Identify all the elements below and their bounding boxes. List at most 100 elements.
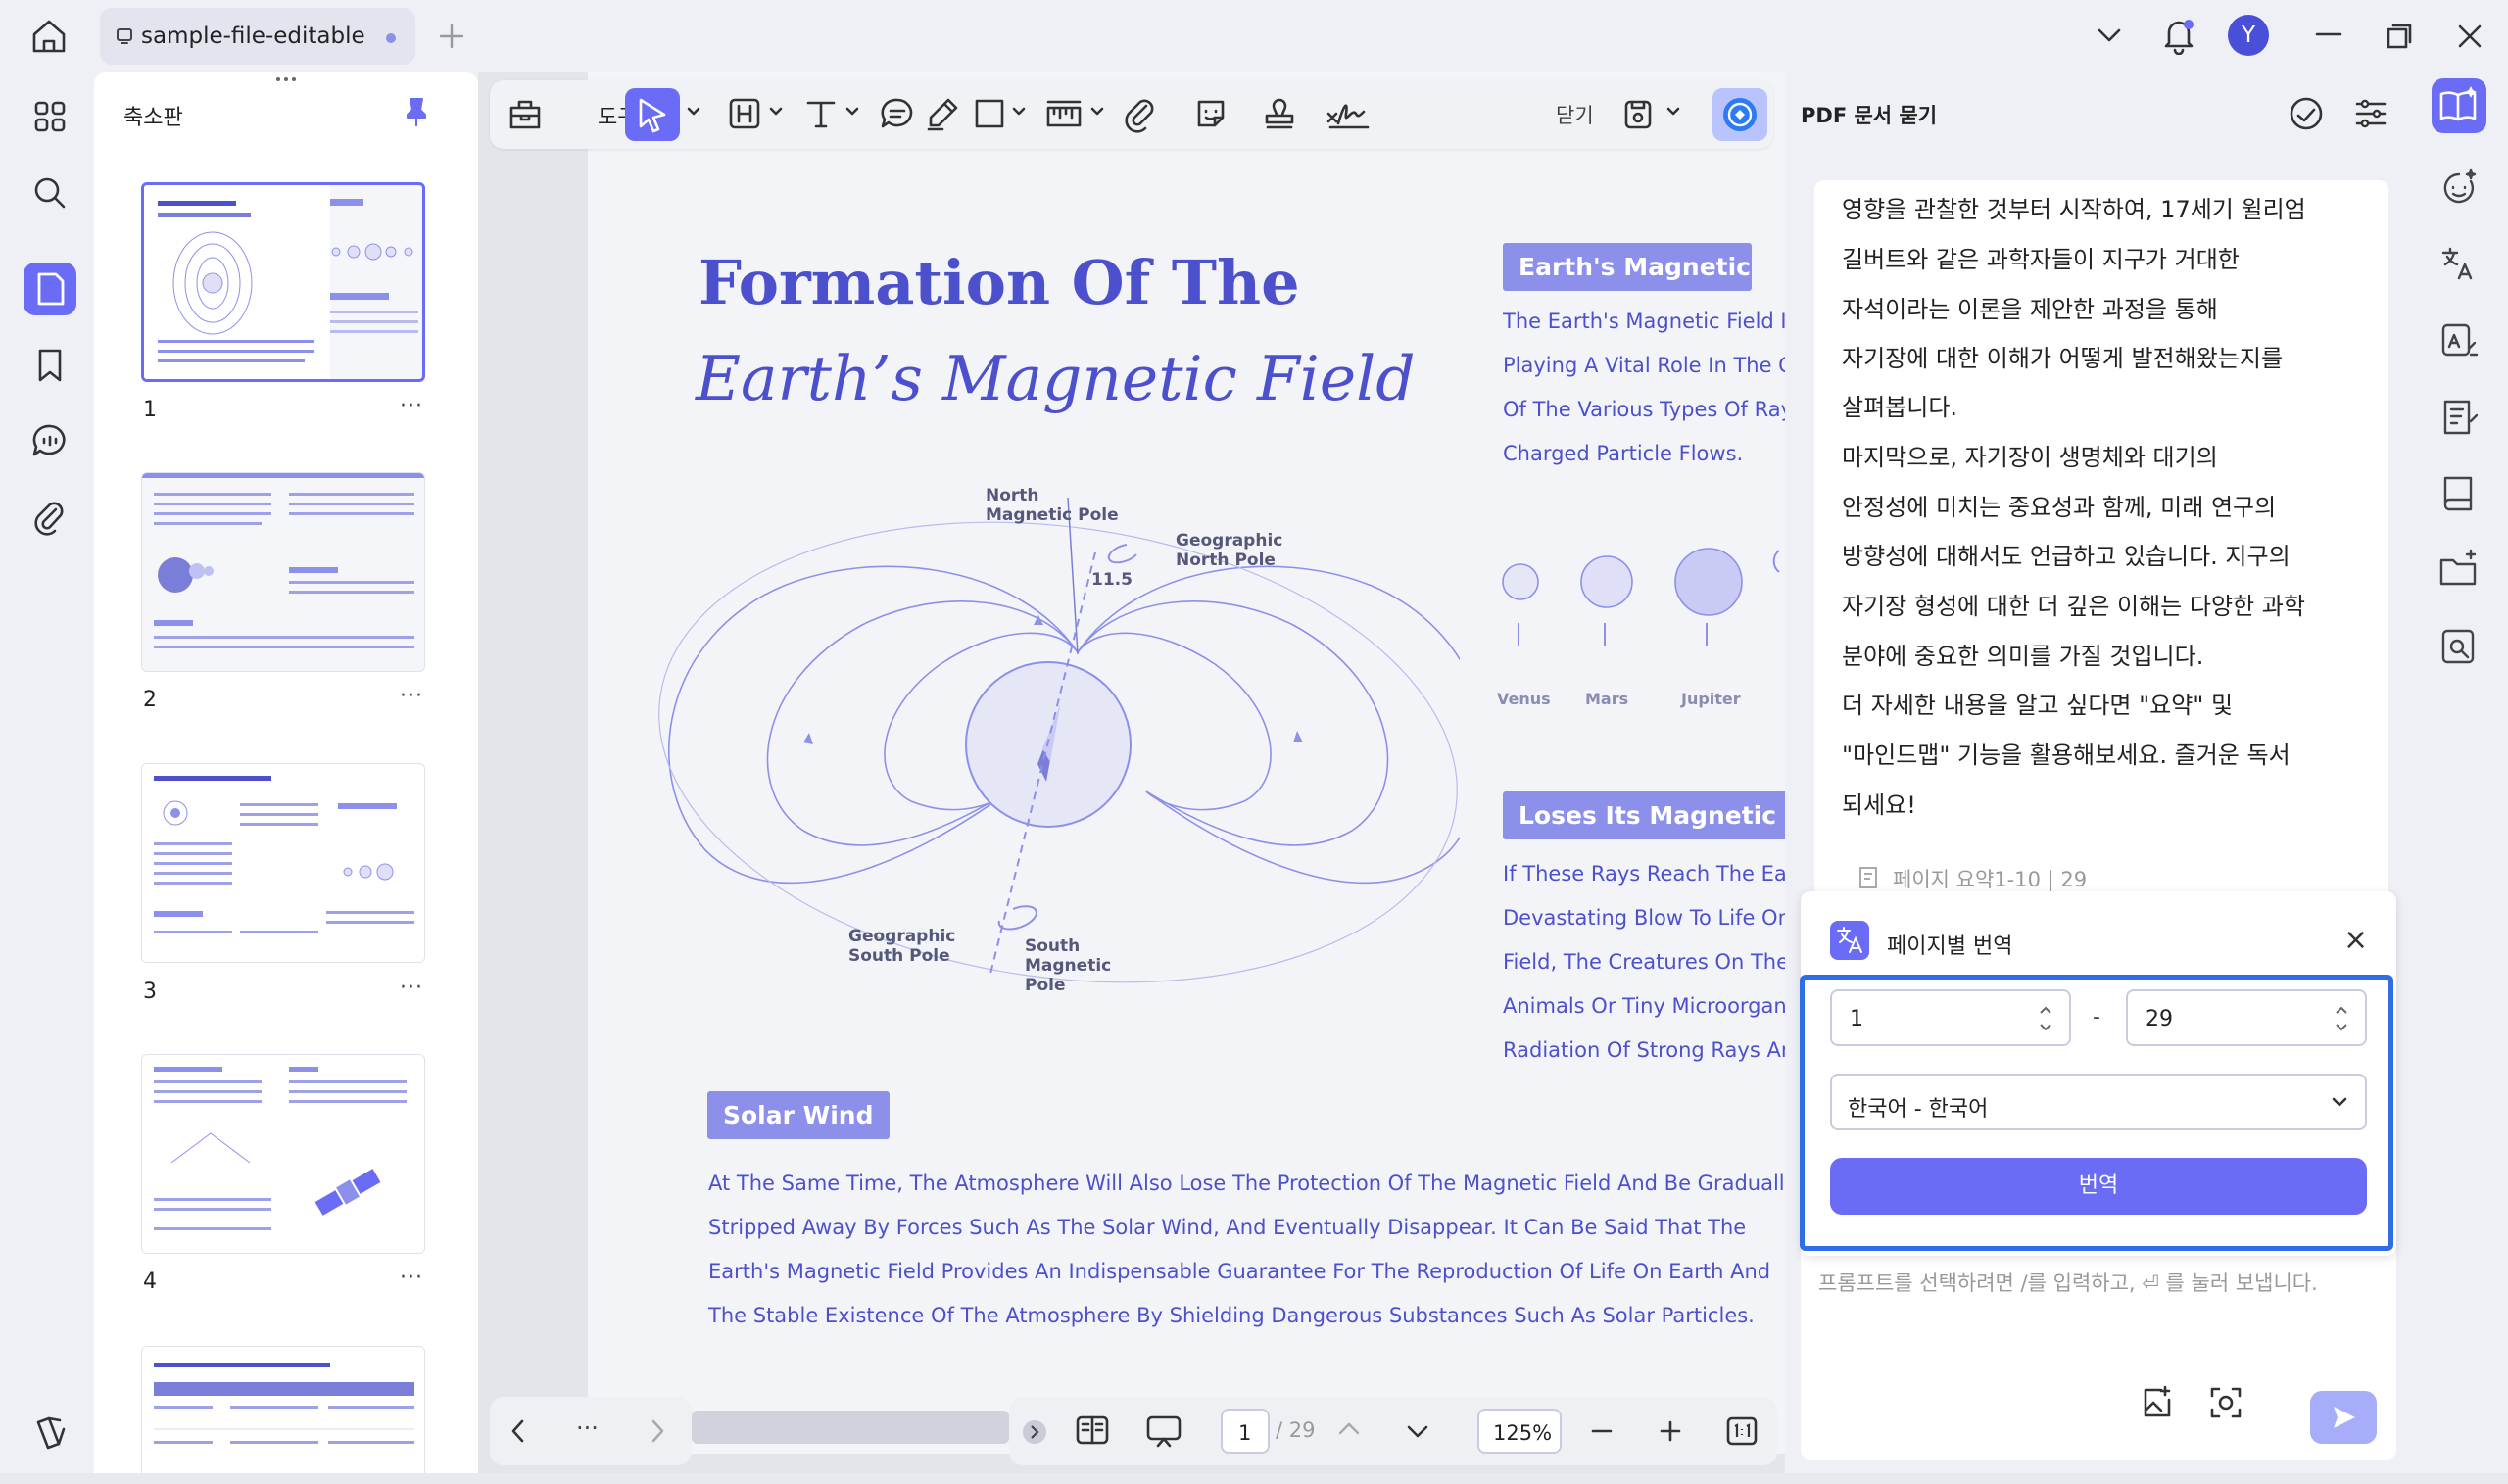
close-icon[interactable] <box>2455 22 2484 51</box>
current-page-input[interactable]: 1 <box>1221 1409 1270 1454</box>
more-button[interactable]: ··· <box>576 1414 599 1442</box>
comments-icon[interactable] <box>24 415 76 468</box>
restore-icon[interactable] <box>2385 22 2414 51</box>
toolbox-icon[interactable] <box>506 94 545 133</box>
loses-field-section: Loses Its Magnetic Field <box>1503 791 1785 839</box>
response-line: 자석이라는 이론을 제안한 과정을 통해 <box>1842 296 2218 323</box>
drag-handle[interactable] <box>274 76 298 82</box>
thumbnail-page-1[interactable] <box>141 182 425 382</box>
shape-tool-icon[interactable] <box>970 94 1009 133</box>
response-line: 살펴봅니다. <box>1842 394 1958 421</box>
home-icon[interactable] <box>29 18 69 55</box>
ask-pdf-icon[interactable] <box>2432 78 2486 133</box>
response-line: 자기장에 대한 이해가 어떻게 발전해왔는지를 <box>1842 345 2284 372</box>
chevron-down-icon[interactable] <box>1405 1422 1430 1442</box>
chevron-down-icon[interactable] <box>844 106 860 118</box>
solar-wind-tag: Solar Wind <box>707 1091 890 1139</box>
settings-sliders-icon[interactable] <box>2351 94 2390 133</box>
search-icon[interactable] <box>24 167 76 219</box>
presentation-icon[interactable] <box>1144 1412 1183 1450</box>
chevron-down-icon[interactable] <box>1089 106 1105 118</box>
close-tools-button[interactable]: 닫기 <box>1556 100 1594 129</box>
page-more-button[interactable]: ··· <box>400 1266 423 1290</box>
page-summary-link[interactable]: 페이지 요약1-10 | 29 <box>1893 864 2087 893</box>
north-magnetic-pole-label: North Magnetic Pole <box>986 486 1119 525</box>
save-device-icon[interactable] <box>1618 94 1658 133</box>
popup-title: 페이지별 번역 <box>1887 934 2013 959</box>
zoom-out-icon[interactable] <box>1589 1418 1615 1444</box>
image-upload-icon[interactable] <box>2138 1383 2177 1422</box>
pin-icon[interactable] <box>404 96 429 129</box>
summary-icon <box>1856 864 1883 891</box>
ai-assistant-button[interactable] <box>1712 88 1767 141</box>
planet-label-mars: Mars <box>1585 690 1629 708</box>
attachment-icon[interactable] <box>24 492 76 545</box>
header-footer-icon[interactable] <box>725 94 764 133</box>
new-tab-icon[interactable] <box>437 22 466 51</box>
select-tool-button[interactable] <box>625 88 680 141</box>
page-more-button[interactable]: ··· <box>400 976 423 1000</box>
bell-icon[interactable] <box>2161 16 2196 55</box>
signature-icon[interactable] <box>1325 94 1374 133</box>
page-number: 2 <box>143 688 157 712</box>
ai-folder-icon[interactable] <box>2432 543 2486 598</box>
response-line: 되세요! <box>1842 791 1916 819</box>
ai-edit-icon[interactable] <box>2432 313 2486 368</box>
horizontal-scrollbar[interactable] <box>692 1411 1009 1444</box>
highlighter-icon[interactable] <box>923 94 962 133</box>
thumbnail-page-4[interactable] <box>141 1054 425 1254</box>
chevron-down-icon[interactable] <box>2095 24 2124 47</box>
thumbnail-page-2[interactable] <box>141 472 425 672</box>
zoom-level[interactable]: 125% <box>1477 1409 1562 1454</box>
solar-wind-paragraph: At The Same Time, The Atmosphere Will Al… <box>708 1172 1798 1327</box>
page-more-button[interactable]: ··· <box>400 684 423 708</box>
page-more-button[interactable]: ··· <box>400 394 423 418</box>
document-tab[interactable]: sample-file-editable <box>100 8 415 65</box>
magnetic-field-diagram <box>647 468 1460 1017</box>
chevron-down-icon[interactable] <box>1665 106 1681 118</box>
translate-icon[interactable] <box>2432 237 2486 292</box>
thumbnails-icon[interactable] <box>24 263 76 315</box>
thumbnail-page-3[interactable] <box>141 763 425 963</box>
response-line: 자기장 형성에 대한 더 깊은 이해는 다양한 과학 <box>1842 593 2305 620</box>
loses-field-paragraph: If These Rays Reach The Earth Devastatin… <box>1503 862 1785 1062</box>
attachment-icon[interactable] <box>1121 94 1160 133</box>
response-line: 마지막으로, 자기장이 생명체와 대기의 <box>1842 444 2218 471</box>
next-icon[interactable] <box>647 1418 668 1444</box>
history-icon[interactable] <box>2287 94 2326 133</box>
text-tool-icon[interactable] <box>801 94 841 133</box>
send-button[interactable] <box>2310 1391 2377 1444</box>
ai-search-icon[interactable] <box>2432 619 2486 674</box>
chevron-down-icon[interactable] <box>1011 106 1027 118</box>
minimize-icon[interactable] <box>2314 29 2343 39</box>
zoom-in-icon[interactable] <box>1658 1418 1683 1444</box>
comment-tool-icon[interactable] <box>878 94 917 133</box>
chevron-down-icon[interactable] <box>686 106 701 118</box>
measure-tool-icon[interactable] <box>1044 94 1084 133</box>
chevron-down-icon[interactable] <box>768 106 784 118</box>
actual-size-icon[interactable] <box>1724 1414 1760 1448</box>
ai-summary-icon[interactable] <box>2432 390 2486 445</box>
chevron-up-icon[interactable] <box>1336 1418 1362 1438</box>
close-icon[interactable]: × <box>2343 923 2368 957</box>
bookmark-icon[interactable] <box>24 339 76 392</box>
book-icon[interactable] <box>2432 466 2486 521</box>
sticker-icon[interactable] <box>1191 94 1230 133</box>
geographic-south-pole-label: Geographic South Pole <box>848 927 956 966</box>
stamp-icon[interactable] <box>1260 94 1299 133</box>
avatar[interactable]: Y <box>2228 15 2269 56</box>
previous-icon[interactable] <box>507 1418 529 1444</box>
response-line: 안정성에 미치는 중요성과 함께, 미래 연구의 <box>1842 494 2277 521</box>
response-line: "마인드맵" 기능을 활용해보세요. 즐거운 독서 <box>1842 742 2291 769</box>
total-pages: / 29 <box>1276 1418 1316 1442</box>
screenshot-icon[interactable] <box>2206 1383 2245 1422</box>
apps-icon[interactable] <box>24 90 76 143</box>
right-rail <box>2412 72 2508 1484</box>
collapse-icon[interactable] <box>1021 1418 1048 1446</box>
theme-icon[interactable] <box>24 1405 76 1458</box>
prompt-composer[interactable]: 프롬프트를 선택하려면 /를 입력하고, ⏎ 를 눌러 보냅니다. <box>1801 1244 2396 1460</box>
thumbnail-page-5[interactable] <box>141 1346 425 1473</box>
ai-chat-icon[interactable] <box>2432 161 2486 215</box>
response-line: 방향성에 대해서도 언급하고 있습니다. 지구의 <box>1842 543 2291 570</box>
page-layout-icon[interactable] <box>1074 1412 1111 1448</box>
